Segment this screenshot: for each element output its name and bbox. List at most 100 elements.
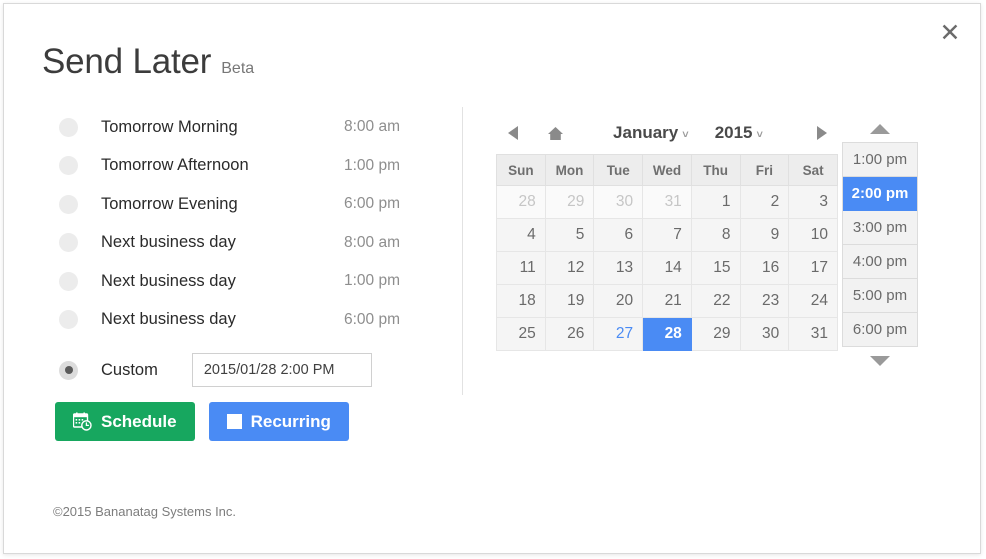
custom-option-label: Custom [101, 360, 158, 379]
footer-copyright: ©2015 Bananatag Systems Inc. [53, 504, 237, 519]
home-icon[interactable] [544, 126, 566, 141]
calendar-day[interactable]: 16 [739, 251, 790, 285]
triangle-down-icon[interactable] [870, 347, 890, 373]
calendar-day[interactable]: 3 [788, 185, 838, 219]
calendar-clock-icon [73, 412, 92, 431]
calendar-day[interactable]: 11 [496, 251, 546, 285]
radio-preset-5[interactable] [59, 310, 78, 330]
calendar-week-row: 25 26 27 28 29 30 31 [496, 317, 838, 351]
radio-preset-4[interactable] [59, 271, 78, 291]
time-option[interactable]: 4:00 pm [843, 245, 917, 279]
calendar-day[interactable]: 28 [496, 185, 546, 219]
close-icon[interactable]: ✕ [937, 20, 963, 46]
calendar-header: January ˅ 2015 ˅ [496, 112, 838, 154]
calendar-day[interactable]: 2 [739, 185, 790, 219]
calendar-day[interactable]: 12 [544, 251, 595, 285]
time-option[interactable]: 6:00 pm [843, 313, 917, 347]
calendar-day[interactable]: 14 [642, 251, 692, 285]
page-title: Send Later Beta [42, 42, 254, 82]
schedule-button-label: Schedule [101, 411, 177, 431]
radio-preset-2[interactable] [59, 194, 78, 214]
calendar-day[interactable]: 18 [496, 284, 546, 318]
calendar-day[interactable]: 29 [690, 317, 741, 351]
preset-options-list: Tomorrow Morning 8:00 am Tomorrow Afternoo… [42, 108, 442, 396]
calendar-day[interactable]: 10 [788, 218, 838, 252]
calendar-day[interactable]: 22 [690, 284, 741, 318]
triangle-up-icon[interactable] [870, 116, 890, 142]
schedule-button[interactable]: Schedule [55, 402, 195, 441]
calendar-weekday: Mon [544, 154, 595, 186]
preset-option-time: 8:00 am [343, 118, 400, 136]
calendar-week-row: 28 29 30 31 1 2 3 [496, 185, 838, 219]
preset-option-time: 6:00 pm [343, 310, 400, 328]
calendar-day[interactable]: 20 [593, 284, 644, 318]
calendar-day[interactable]: 30 [739, 317, 790, 351]
time-option[interactable]: 5:00 pm [843, 279, 917, 313]
calendar-day[interactable]: 23 [739, 284, 790, 318]
triangle-right-icon[interactable] [810, 126, 832, 140]
calendar-day[interactable]: 25 [496, 317, 546, 351]
calendar-day[interactable]: 21 [642, 284, 692, 318]
calendar-week-row: 18 19 20 21 22 23 24 [496, 284, 838, 318]
calendar-day[interactable]: 6 [593, 218, 644, 252]
custom-option-row[interactable]: Custom [42, 344, 442, 396]
time-option-selected[interactable]: 2:00 pm [843, 177, 917, 211]
radio-custom[interactable] [59, 360, 78, 380]
calendar-day[interactable]: 7 [642, 218, 692, 252]
calendar-day[interactable]: 27 [593, 317, 644, 351]
preset-option-row[interactable]: Next business day 6:00 pm [42, 301, 442, 340]
calendar-day[interactable]: 15 [690, 251, 741, 285]
send-later-modal: ✕ Send Later Beta Tomorrow Morning 8:00 a… [3, 3, 981, 554]
calendar-day[interactable]: 19 [544, 284, 595, 318]
calendar-day[interactable]: 4 [496, 218, 546, 252]
radio-preset-3[interactable] [59, 233, 78, 253]
calendar-day[interactable]: 29 [544, 185, 595, 219]
time-option[interactable]: 1:00 pm [843, 143, 917, 177]
radio-preset-1[interactable] [59, 156, 78, 176]
calendar-grid: Sun Mon Tue Wed Thu Fri Sat 28 29 30 31 1 2 3 4 5 6 7 8 9 1… [496, 154, 838, 351]
preset-option-row[interactable]: Tomorrow Afternoon 1:00 pm [42, 147, 442, 186]
preset-option-label: Tomorrow Evening [101, 194, 238, 213]
preset-option-label: Next business day [101, 310, 236, 329]
calendar-weekday: Tue [593, 154, 644, 186]
calendar-day[interactable]: 31 [642, 185, 692, 219]
triangle-left-icon[interactable] [502, 126, 524, 140]
radio-preset-0[interactable] [59, 117, 78, 137]
calendar-weekday: Thu [690, 154, 741, 186]
time-picker: 1:00 pm 2:00 pm 3:00 pm 4:00 pm 5:00 pm 6:00 … [842, 116, 918, 373]
preset-option-row[interactable]: Next business day 1:00 pm [42, 262, 442, 301]
month-selector[interactable]: January ˅ [613, 123, 689, 143]
recurring-button-label: Recurring [250, 411, 331, 431]
calendar-day[interactable]: 9 [739, 218, 790, 252]
date-picker: January ˅ 2015 ˅ Sun Mon Tue Wed Thu Fri Sat 2… [496, 112, 838, 351]
time-option[interactable]: 3:00 pm [843, 211, 917, 245]
calendar-day[interactable]: 31 [788, 317, 838, 351]
calendar-weekday: Sat [788, 154, 838, 186]
calendar-day[interactable]: 24 [788, 284, 838, 318]
calendar-day[interactable]: 26 [544, 317, 595, 351]
calendar-week-row: 4 5 6 7 8 9 10 [496, 218, 838, 252]
calendar-day[interactable]: 8 [690, 218, 741, 252]
calendar-day-selected[interactable]: 28 [642, 317, 692, 351]
preset-option-row[interactable]: Tomorrow Evening 6:00 pm [42, 185, 442, 224]
calendar-day[interactable]: 13 [593, 251, 644, 285]
calendar-day[interactable]: 17 [788, 251, 838, 285]
chevron-down-icon: ˅ [682, 129, 689, 141]
preset-option-label: Tomorrow Afternoon [101, 156, 249, 175]
calendar-day[interactable]: 1 [690, 185, 741, 219]
year-selector[interactable]: 2015 ˅ [715, 123, 763, 143]
calendar-day[interactable]: 30 [593, 185, 644, 219]
preset-option-row[interactable]: Tomorrow Morning 8:00 am [42, 108, 442, 147]
chevron-down-icon: ˅ [756, 129, 763, 141]
recurring-button[interactable]: Recurring [208, 402, 349, 441]
calendar-week-row: 11 12 13 14 15 16 17 [496, 251, 838, 285]
preset-option-time: 6:00 pm [343, 195, 400, 213]
calendar-day[interactable]: 5 [544, 218, 595, 252]
preset-option-label: Next business day [101, 233, 236, 252]
custom-datetime-input[interactable] [191, 353, 372, 387]
preset-option-row[interactable]: Next business day 8:00 am [42, 224, 442, 263]
title-text: Send Later [42, 42, 212, 81]
preset-option-label: Tomorrow Morning [101, 117, 238, 136]
action-buttons: Schedule Recurring [55, 402, 349, 441]
year-label: 2015 [714, 123, 753, 142]
